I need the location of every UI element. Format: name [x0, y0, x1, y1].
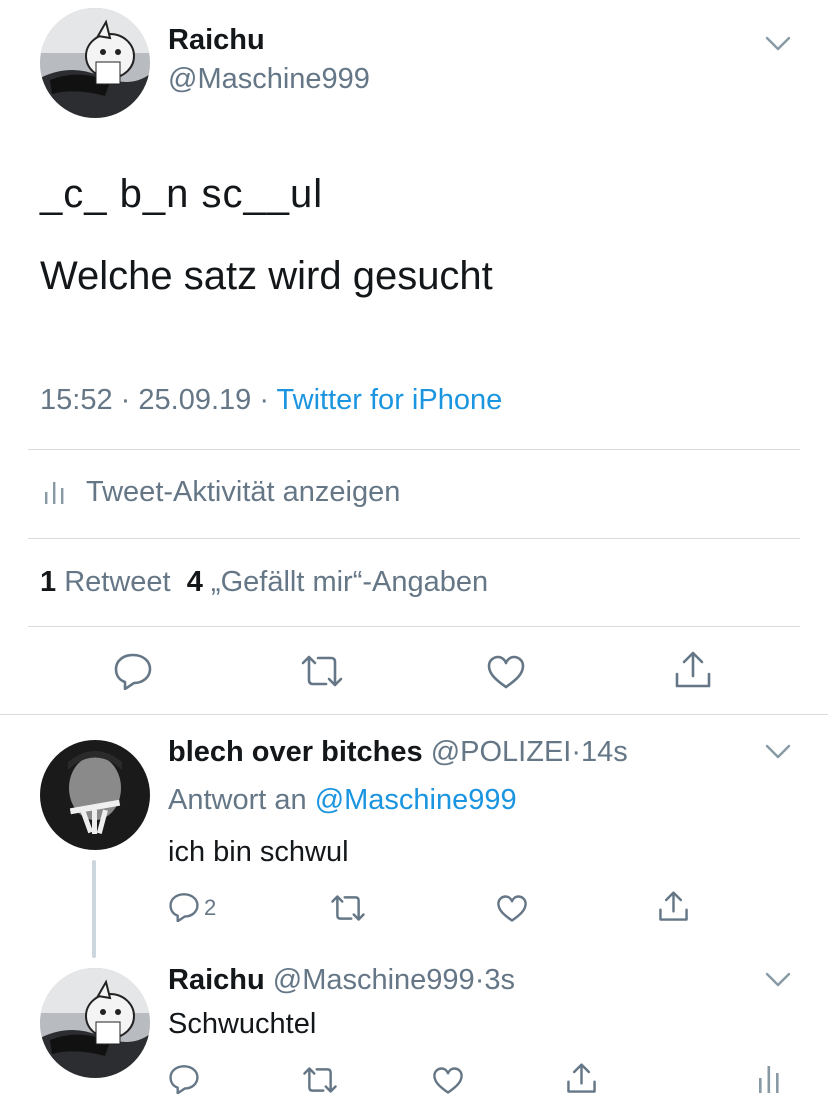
retweet-label[interactable]: Retweet [64, 566, 170, 598]
author-handle[interactable]: @POLIZEI [431, 736, 572, 768]
chevron-down-icon[interactable] [764, 970, 792, 990]
author-handle[interactable]: @Maschine999 [273, 964, 475, 996]
retweet-icon[interactable] [302, 1066, 338, 1094]
share-icon[interactable] [658, 890, 689, 923]
tweet-text-line: Welche satz wird gesucht [40, 254, 493, 298]
reply-to-handle[interactable]: @Maschine999 [315, 784, 517, 816]
avatar-image [40, 8, 150, 118]
avatar-image [40, 968, 150, 1078]
reply-text: Schwuchtel [168, 1008, 317, 1040]
like-count[interactable]: 4 [187, 566, 203, 598]
tweet-age: 14s [581, 736, 628, 768]
reply-icon[interactable] [168, 1064, 200, 1094]
divider [28, 626, 800, 627]
like-label[interactable]: „Gefällt mir“-Angaben [211, 566, 488, 598]
share-icon[interactable] [566, 1062, 597, 1095]
divider [0, 714, 828, 715]
tweet-text-line: _c_ b_n sc__ul [40, 172, 324, 216]
author-name[interactable]: Raichu [168, 964, 265, 996]
retweet-icon[interactable] [330, 894, 366, 922]
separator: · [259, 384, 269, 416]
retweet-count[interactable]: 1 [40, 566, 56, 598]
separator: · [120, 384, 131, 416]
reply-header: blech over bitches @POLIZEI·14s [168, 736, 628, 769]
tweet-stats: 1 Retweet 4 „Gefällt mir“-Angaben [40, 566, 488, 599]
reply-to-label: Antwort an [168, 784, 307, 816]
bar-chart-icon [44, 480, 66, 506]
tweet-meta: 15:52 · 25.09.19 · Twitter for iPhone [40, 384, 502, 417]
tweet-time: 15:52 [40, 384, 113, 416]
reply-count: 2 [204, 895, 217, 920]
thread-line [92, 860, 96, 958]
separator: · [571, 736, 582, 768]
avatar-image [40, 740, 150, 850]
author-handle[interactable]: @Maschine999 [168, 63, 370, 96]
retweet-icon[interactable] [300, 654, 344, 688]
reply-header: Raichu @Maschine999·3s [168, 964, 515, 997]
tweet-date: 25.09.19 [138, 384, 252, 416]
divider [28, 538, 800, 539]
separator: · [474, 964, 485, 996]
bar-chart-icon[interactable] [758, 1064, 780, 1094]
avatar[interactable] [40, 8, 150, 118]
tweet-age: 3s [484, 964, 516, 996]
chevron-down-icon[interactable] [764, 742, 792, 762]
avatar[interactable] [40, 740, 150, 850]
heart-icon[interactable] [486, 654, 526, 690]
chevron-down-icon[interactable] [764, 34, 792, 54]
reply-text: ich bin schwul [168, 836, 349, 868]
avatar[interactable] [40, 968, 150, 1078]
heart-icon[interactable] [496, 894, 528, 923]
source-link[interactable]: Twitter for iPhone [277, 384, 503, 416]
author-name[interactable]: blech over bitches [168, 736, 423, 768]
reply-to: Antwort an @Maschine999 [168, 784, 517, 817]
author-name[interactable]: Raichu [168, 24, 265, 57]
divider [28, 449, 800, 450]
share-icon[interactable] [674, 650, 712, 690]
reply-icon[interactable] [113, 652, 153, 690]
heart-icon[interactable] [432, 1066, 464, 1095]
tweet-activity-label: Tweet-Aktivität anzeigen [86, 476, 401, 508]
tweet-activity-link[interactable]: Tweet-Aktivität anzeigen [44, 476, 400, 509]
reply-icon[interactable] [168, 892, 200, 922]
